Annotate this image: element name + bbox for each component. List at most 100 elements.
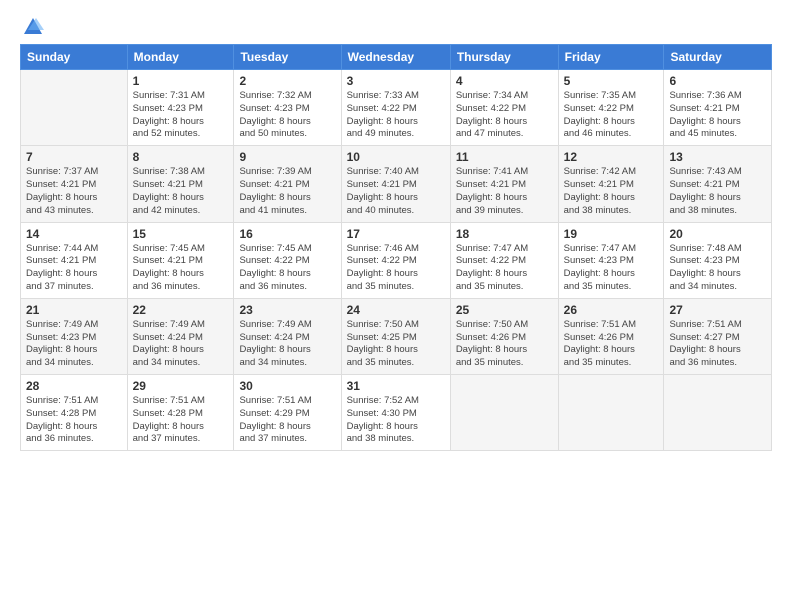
day-info: Sunrise: 7:51 AM Sunset: 4:28 PM Dayligh… (26, 395, 122, 446)
calendar-cell: 24 Sunrise: 7:50 AM Sunset: 4:25 PM Dayli… (341, 298, 450, 374)
day-number: 7 (26, 150, 122, 164)
calendar-cell: 15 Sunrise: 7:45 AM Sunset: 4:21 PM Dayli… (127, 222, 234, 298)
calendar-cell: 25 Sunrise: 7:50 AM Sunset: 4:26 PM Dayli… (450, 298, 558, 374)
day-info: Sunrise: 7:38 AM Sunset: 4:21 PM Dayligh… (133, 166, 229, 217)
weekday-header: Sunday (21, 45, 128, 70)
calendar-cell: 18 Sunrise: 7:47 AM Sunset: 4:22 PM Dayli… (450, 222, 558, 298)
day-info: Sunrise: 7:41 AM Sunset: 4:21 PM Dayligh… (456, 166, 553, 217)
day-number: 11 (456, 150, 553, 164)
day-number: 20 (669, 227, 766, 241)
calendar-cell: 1 Sunrise: 7:31 AM Sunset: 4:23 PM Daylig… (127, 70, 234, 146)
day-number: 5 (564, 74, 659, 88)
day-number: 4 (456, 74, 553, 88)
calendar-cell (664, 375, 772, 451)
calendar-week-row: 1 Sunrise: 7:31 AM Sunset: 4:23 PM Daylig… (21, 70, 772, 146)
day-info: Sunrise: 7:49 AM Sunset: 4:24 PM Dayligh… (133, 319, 229, 370)
calendar-cell: 17 Sunrise: 7:46 AM Sunset: 4:22 PM Dayli… (341, 222, 450, 298)
day-number: 22 (133, 303, 229, 317)
calendar-week-row: 28 Sunrise: 7:51 AM Sunset: 4:28 PM Dayli… (21, 375, 772, 451)
calendar-cell: 22 Sunrise: 7:49 AM Sunset: 4:24 PM Dayli… (127, 298, 234, 374)
day-info: Sunrise: 7:39 AM Sunset: 4:21 PM Dayligh… (239, 166, 335, 217)
calendar-cell: 28 Sunrise: 7:51 AM Sunset: 4:28 PM Dayli… (21, 375, 128, 451)
day-number: 23 (239, 303, 335, 317)
day-number: 8 (133, 150, 229, 164)
calendar-week-row: 7Sunrise: 7:37 AM Sunset: 4:21 PM Daylig… (21, 146, 772, 222)
day-number: 25 (456, 303, 553, 317)
day-number: 1 (133, 74, 229, 88)
day-number: 19 (564, 227, 659, 241)
day-number: 3 (347, 74, 445, 88)
day-info: Sunrise: 7:48 AM Sunset: 4:23 PM Dayligh… (669, 243, 766, 294)
weekday-header: Thursday (450, 45, 558, 70)
calendar-cell: 31 Sunrise: 7:52 AM Sunset: 4:30 PM Dayli… (341, 375, 450, 451)
calendar-cell: 21 Sunrise: 7:49 AM Sunset: 4:23 PM Dayli… (21, 298, 128, 374)
day-number: 30 (239, 379, 335, 393)
weekday-header: Monday (127, 45, 234, 70)
day-info: Sunrise: 7:31 AM Sunset: 4:23 PM Dayligh… (133, 90, 229, 141)
calendar-cell: 12Sunrise: 7:42 AM Sunset: 4:21 PM Dayli… (558, 146, 664, 222)
day-number: 17 (347, 227, 445, 241)
day-info: Sunrise: 7:35 AM Sunset: 4:22 PM Dayligh… (564, 90, 659, 141)
calendar-cell: 5 Sunrise: 7:35 AM Sunset: 4:22 PM Daylig… (558, 70, 664, 146)
day-info: Sunrise: 7:51 AM Sunset: 4:28 PM Dayligh… (133, 395, 229, 446)
day-info: Sunrise: 7:46 AM Sunset: 4:22 PM Dayligh… (347, 243, 445, 294)
day-info: Sunrise: 7:40 AM Sunset: 4:21 PM Dayligh… (347, 166, 445, 217)
day-info: Sunrise: 7:47 AM Sunset: 4:23 PM Dayligh… (564, 243, 659, 294)
weekday-header: Wednesday (341, 45, 450, 70)
day-number: 28 (26, 379, 122, 393)
calendar-cell: 11 Sunrise: 7:41 AM Sunset: 4:21 PM Dayli… (450, 146, 558, 222)
day-info: Sunrise: 7:51 AM Sunset: 4:26 PM Dayligh… (564, 319, 659, 370)
calendar-cell: 19 Sunrise: 7:47 AM Sunset: 4:23 PM Dayli… (558, 222, 664, 298)
header (20, 16, 772, 34)
day-info: Sunrise: 7:50 AM Sunset: 4:26 PM Dayligh… (456, 319, 553, 370)
day-number: 31 (347, 379, 445, 393)
calendar-cell (558, 375, 664, 451)
calendar-cell: 23Sunrise: 7:49 AM Sunset: 4:24 PM Dayli… (234, 298, 341, 374)
day-info: Sunrise: 7:45 AM Sunset: 4:21 PM Dayligh… (133, 243, 229, 294)
day-number: 24 (347, 303, 445, 317)
day-info: Sunrise: 7:43 AM Sunset: 4:21 PM Dayligh… (669, 166, 766, 217)
day-info: Sunrise: 7:34 AM Sunset: 4:22 PM Dayligh… (456, 90, 553, 141)
page: SundayMondayTuesdayWednesdayThursdayFrid… (0, 0, 792, 612)
calendar-week-row: 21 Sunrise: 7:49 AM Sunset: 4:23 PM Dayli… (21, 298, 772, 374)
day-info: Sunrise: 7:33 AM Sunset: 4:22 PM Dayligh… (347, 90, 445, 141)
day-number: 6 (669, 74, 766, 88)
day-number: 27 (669, 303, 766, 317)
day-info: Sunrise: 7:36 AM Sunset: 4:21 PM Dayligh… (669, 90, 766, 141)
weekday-header: Saturday (664, 45, 772, 70)
weekday-header: Friday (558, 45, 664, 70)
logo (20, 16, 44, 34)
calendar-cell: 13 Sunrise: 7:43 AM Sunset: 4:21 PM Dayli… (664, 146, 772, 222)
calendar-cell: 2 Sunrise: 7:32 AM Sunset: 4:23 PM Daylig… (234, 70, 341, 146)
day-number: 26 (564, 303, 659, 317)
calendar-cell: 10 Sunrise: 7:40 AM Sunset: 4:21 PM Dayli… (341, 146, 450, 222)
day-number: 12 (564, 150, 659, 164)
calendar-cell: 8 Sunrise: 7:38 AM Sunset: 4:21 PM Daylig… (127, 146, 234, 222)
calendar-table: SundayMondayTuesdayWednesdayThursdayFrid… (20, 44, 772, 451)
day-number: 9 (239, 150, 335, 164)
day-number: 21 (26, 303, 122, 317)
day-number: 15 (133, 227, 229, 241)
calendar-cell: 26 Sunrise: 7:51 AM Sunset: 4:26 PM Dayli… (558, 298, 664, 374)
day-info: Sunrise: 7:45 AM Sunset: 4:22 PM Dayligh… (239, 243, 335, 294)
day-info: Sunrise: 7:52 AM Sunset: 4:30 PM Dayligh… (347, 395, 445, 446)
day-number: 10 (347, 150, 445, 164)
calendar-cell: 27Sunrise: 7:51 AM Sunset: 4:27 PM Dayli… (664, 298, 772, 374)
day-number: 2 (239, 74, 335, 88)
day-number: 18 (456, 227, 553, 241)
logo-icon (22, 16, 44, 38)
day-info: Sunrise: 7:49 AM Sunset: 4:23 PM Dayligh… (26, 319, 122, 370)
day-info: Sunrise: 7:44 AM Sunset: 4:21 PM Dayligh… (26, 243, 122, 294)
weekday-header: Tuesday (234, 45, 341, 70)
day-info: Sunrise: 7:50 AM Sunset: 4:25 PM Dayligh… (347, 319, 445, 370)
calendar-cell: 7Sunrise: 7:37 AM Sunset: 4:21 PM Daylig… (21, 146, 128, 222)
day-info: Sunrise: 7:47 AM Sunset: 4:22 PM Dayligh… (456, 243, 553, 294)
day-info: Sunrise: 7:51 AM Sunset: 4:29 PM Dayligh… (239, 395, 335, 446)
calendar-week-row: 14Sunrise: 7:44 AM Sunset: 4:21 PM Dayli… (21, 222, 772, 298)
calendar-cell (450, 375, 558, 451)
day-number: 16 (239, 227, 335, 241)
calendar-header-row: SundayMondayTuesdayWednesdayThursdayFrid… (21, 45, 772, 70)
day-info: Sunrise: 7:32 AM Sunset: 4:23 PM Dayligh… (239, 90, 335, 141)
calendar-cell (21, 70, 128, 146)
day-number: 13 (669, 150, 766, 164)
